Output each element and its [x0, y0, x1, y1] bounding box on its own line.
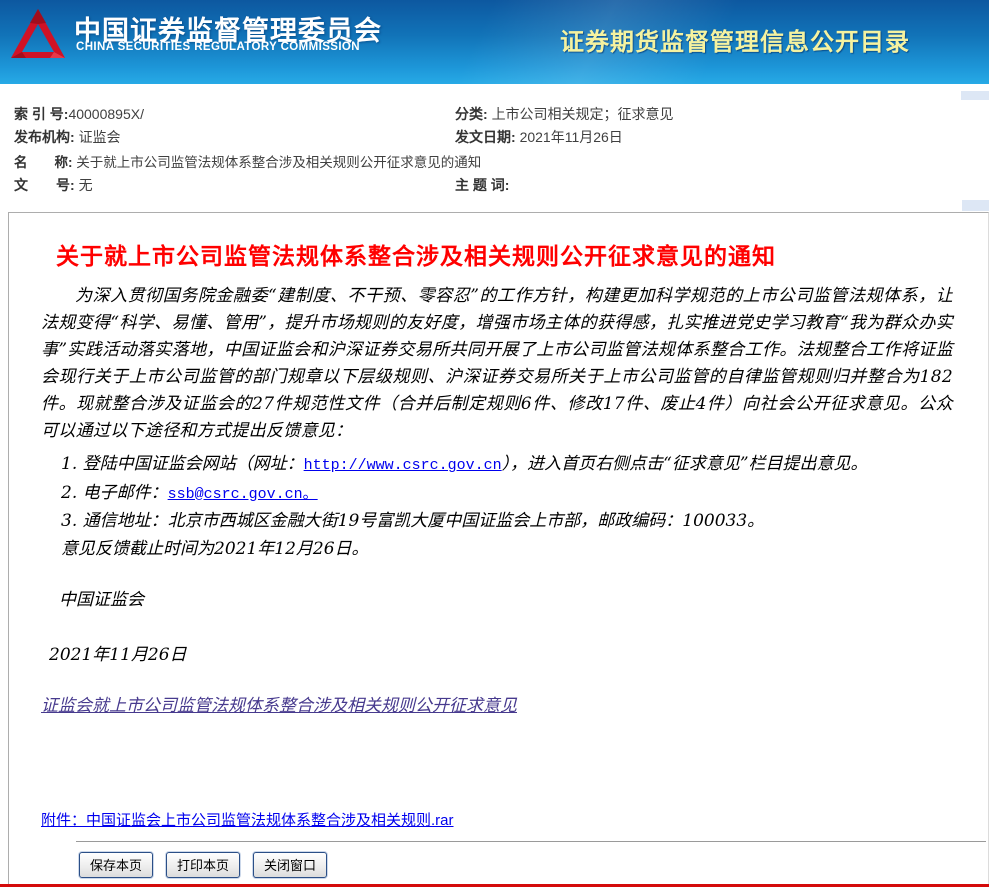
meta-issuer-value: 证监会 [79, 129, 121, 145]
meta-name-value: 关于就上市公司监管法规体系整合涉及相关规则公开征求意见的通知 [76, 155, 481, 170]
csrc-logo-icon [10, 7, 66, 63]
meta-index-label: 索 引 号: [14, 106, 68, 122]
meta-name: 名 称: 关于就上市公司监管法规体系整合涉及相关规则公开征求意见的通知 [14, 151, 481, 171]
feedback-email-link[interactable]: ssb@csrc.gov.cn。 [168, 486, 318, 503]
org-name-en: CHINA SECURITIES REGULATORY COMMISSION [76, 41, 360, 53]
feedback-item-email-text: 2. 电子邮件： [61, 483, 168, 503]
attachment-link[interactable]: 附件：中国证监会上市公司监管法规体系整合涉及相关规则.rar [41, 812, 454, 829]
meta-date-value: 2021年11月26日 [520, 129, 623, 145]
feedback-deadline: 意见反馈截止时间为2021年12月26日。 [61, 536, 961, 564]
notice-paragraph: 为深入贯彻国务院金融委“建制度、不干预、零容忍”的工作方针，构建更加科学规范的上… [41, 283, 953, 445]
related-news-row: 证监会就上市公司监管法规体系整合涉及相关规则公开征求意见 [41, 691, 517, 716]
document-meta: 索 引 号:40000895X/ 发布机构: 证监会 名 称: 关于就上市公司监… [0, 96, 989, 212]
meta-subject-label: 主 题 词: [455, 177, 509, 193]
button-separator-line [76, 841, 986, 842]
meta-category-label: 分类: [455, 106, 488, 122]
feedback-item-website-tail: ），进入首页右侧点击“征求意见”栏目提出意见。 [502, 454, 868, 474]
print-page-button[interactable]: 打印本页 [166, 852, 240, 878]
meta-index-value: 40000895X/ [68, 106, 144, 122]
related-news-link[interactable]: 证监会就上市公司监管法规体系整合涉及相关规则公开征求意见 [41, 696, 517, 716]
footer-red-rule [0, 884, 989, 887]
attachment-row: 附件：中国证监会上市公司监管法规体系整合涉及相关规则.rar [41, 809, 454, 830]
notice-title: 关于就上市公司监管法规体系整合涉及相关规则公开征求意见的通知 [56, 237, 776, 271]
signature-org: 中国证监会 [59, 585, 144, 610]
meta-name-label: 名 称: [14, 155, 73, 170]
feedback-item-address: 3. 通信地址：北京市西城区金融大街19号富凯大厦中国证监会上市部，邮政编码：1… [61, 508, 961, 536]
meta-doc-no: 文 号: 无 [14, 175, 93, 195]
save-page-button[interactable]: 保存本页 [79, 852, 153, 878]
meta-doc-no-value: 无 [79, 177, 93, 193]
directory-title: 证券期货监督管理信息公开目录 [560, 22, 910, 57]
meta-index: 索 引 号:40000895X/ [14, 104, 144, 124]
meta-date: 发文日期: 2021年11月26日 [455, 127, 623, 147]
close-window-button[interactable]: 关闭窗口 [253, 852, 327, 878]
notice-content-box: 关于就上市公司监管法规体系整合涉及相关规则公开征求意见的通知 为深入贯彻国务院金… [8, 212, 989, 885]
signature-date: 2021年11月26日 [49, 640, 187, 665]
meta-category: 分类: 上市公司相关规定；征求意见 [455, 104, 674, 124]
meta-doc-no-label: 文 号: [14, 177, 75, 193]
meta-issuer: 发布机构: 证监会 [14, 127, 121, 147]
feedback-item-email: 2. 电子邮件：ssb@csrc.gov.cn。 [61, 480, 961, 509]
feedback-item-website: 1. 登陆中国证监会网站（网址：http://www.csrc.gov.cn），… [61, 451, 961, 480]
meta-issuer-label: 发布机构: [14, 129, 75, 145]
csrc-website-link[interactable]: http://www.csrc.gov.cn [304, 457, 502, 474]
meta-date-label: 发文日期: [455, 129, 516, 145]
site-header: 中国证券监督管理委员会 CHINA SECURITIES REGULATORY … [0, 0, 989, 84]
meta-category-value: 上市公司相关规定；征求意见 [492, 106, 674, 122]
meta-subject: 主 题 词: [455, 175, 509, 195]
feedback-channel-list: 1. 登陆中国证监会网站（网址：http://www.csrc.gov.cn），… [61, 451, 961, 563]
action-button-row: 保存本页 打印本页 关闭窗口 [79, 852, 327, 878]
csrc-notice-page: 中国证券监督管理委员会 CHINA SECURITIES REGULATORY … [0, 0, 989, 892]
feedback-item-website-text: 1. 登陆中国证监会网站（网址： [61, 454, 304, 474]
